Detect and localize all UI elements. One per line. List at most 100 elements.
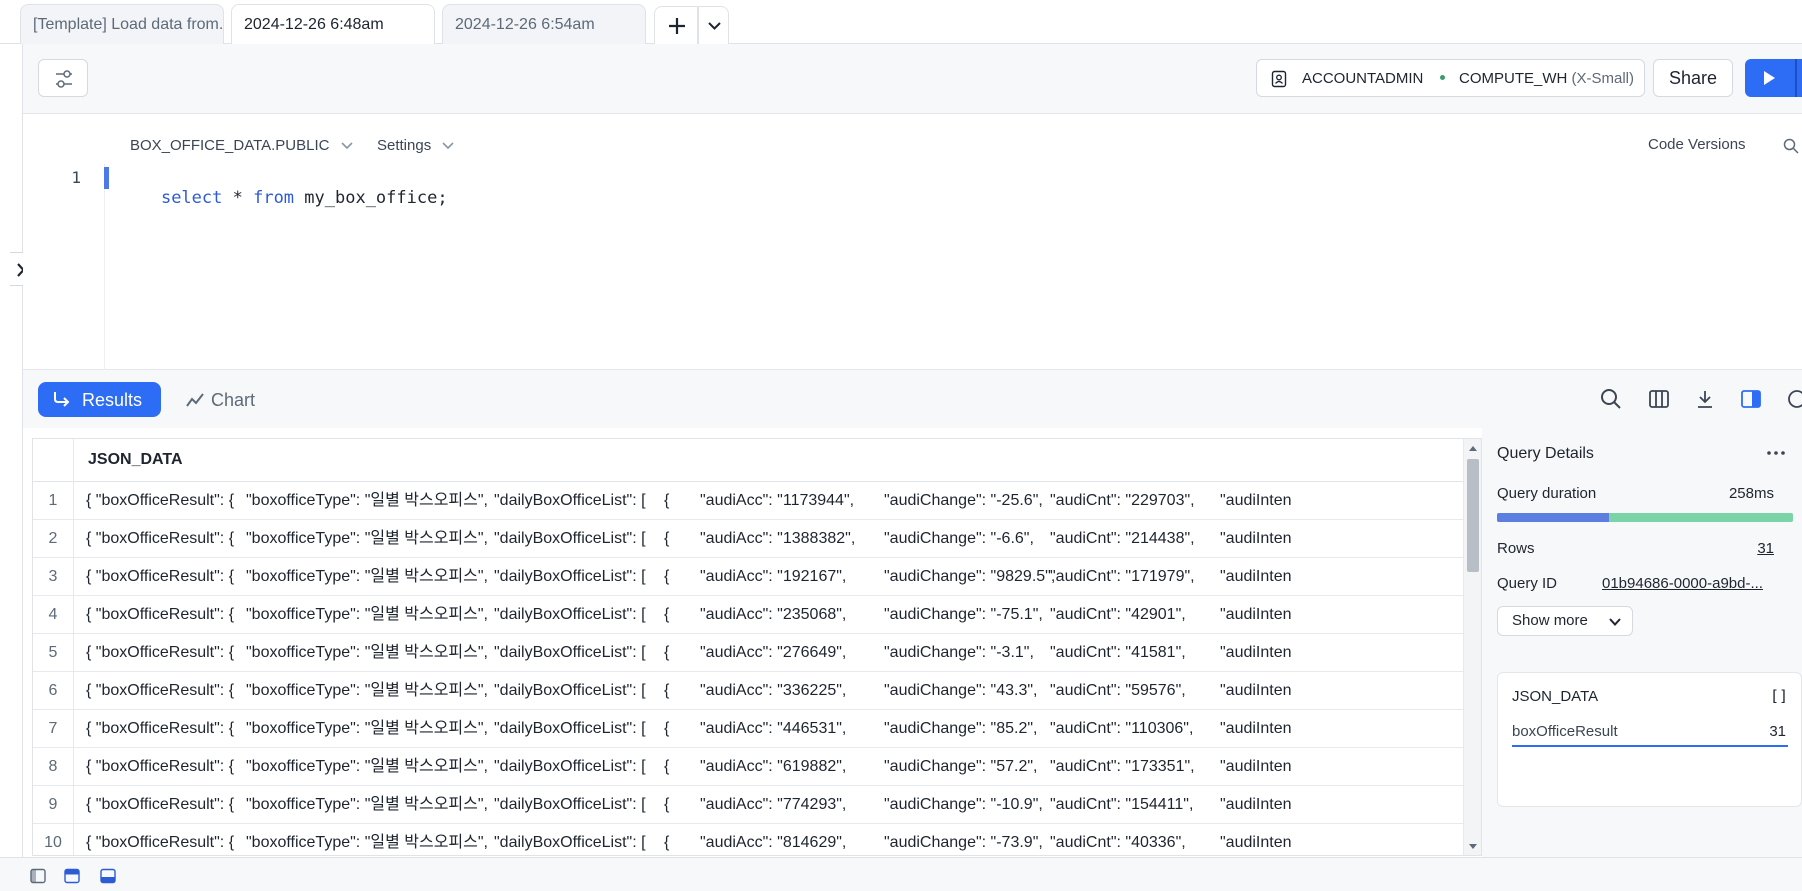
json-data-cell[interactable]: { "boxOfficeResult": {"boxofficeType": "… bbox=[74, 748, 1463, 786]
sql-keyword: select bbox=[160, 188, 223, 208]
more-options-icon[interactable] bbox=[1766, 448, 1786, 458]
chart-label: Chart bbox=[211, 390, 256, 410]
json-data-cell[interactable]: { "boxOfficeResult": {"boxofficeType": "… bbox=[74, 672, 1463, 710]
json-fragment: "audiCnt": "173351", bbox=[1050, 758, 1195, 775]
row-number: 5 bbox=[33, 634, 74, 672]
json-fragment: { bbox=[664, 568, 670, 585]
column-summary-card[interactable]: JSON_DATA [] boxOfficeResult 31 bbox=[1497, 672, 1802, 807]
context-selector[interactable]: ACCOUNTADMIN COMPUTE_WH (X-Small) bbox=[1256, 59, 1645, 97]
table-row[interactable]: 6 { "boxOfficeResult": {"boxofficeType": … bbox=[33, 672, 1463, 710]
left-panel-toggle-icon[interactable] bbox=[30, 868, 46, 884]
worksheet-tab-2[interactable]: 2024-12-26 6:54am bbox=[442, 4, 646, 44]
history-icon[interactable] bbox=[1786, 388, 1802, 410]
json-fragment: "audiChange": "-10.9", bbox=[884, 796, 1043, 813]
share-label: Share bbox=[1668, 68, 1718, 88]
json-fragment: { "boxOfficeResult": { bbox=[86, 568, 235, 585]
table-row[interactable]: 9 { "boxOfficeResult": {"boxofficeType": … bbox=[33, 786, 1463, 824]
worksheet-tab-active[interactable]: 2024-12-26 6:48am bbox=[231, 4, 435, 45]
json-data-cell[interactable]: { "boxOfficeResult": { "boxofficeType": "… bbox=[74, 824, 1463, 855]
database-selector[interactable]: BOX_OFFICE_DATA.PUBLIC bbox=[130, 136, 354, 154]
editor-panel-toggle-icon[interactable] bbox=[64, 868, 80, 884]
sql-identifier: my_box_office; bbox=[294, 188, 448, 208]
json-fragment: "audiInten bbox=[1220, 530, 1292, 547]
scrollbar-thumb[interactable] bbox=[1467, 459, 1479, 572]
json-data-cell[interactable]: { "boxOfficeResult": {"boxofficeType": "… bbox=[74, 482, 1463, 520]
table-row[interactable]: 4 { "boxOfficeResult": {"boxofficeType": … bbox=[33, 596, 1463, 634]
query-id-link[interactable]: 01b94686-0000-a9bd-... bbox=[1602, 575, 1792, 592]
sql-editor[interactable]: BOX_OFFICE_DATA.PUBLIC Settings Code Ver… bbox=[23, 114, 1802, 370]
tab-label: 2024-12-26 6:48am bbox=[244, 16, 384, 33]
row-number: 1 bbox=[33, 482, 74, 520]
array-type-icon: [] bbox=[1770, 687, 1789, 705]
table-row[interactable]: 5 { "boxOfficeResult": {"boxofficeType": … bbox=[33, 634, 1463, 672]
json-fragment: { "boxOfficeResult": { bbox=[86, 834, 235, 851]
json-fragment: "dailyBoxOfficeList": [ bbox=[494, 796, 646, 813]
json-fragment: "audiChange": "9829.5", bbox=[884, 568, 1056, 585]
json-fragment: "audiCnt": "214438", bbox=[1050, 530, 1195, 547]
search-icon[interactable] bbox=[1783, 138, 1799, 154]
json-fragment: "audiChange": "57.2", bbox=[884, 758, 1038, 775]
sql-code-line[interactable]: select * from my_box_office; bbox=[120, 168, 448, 228]
json-fragment: "audiInten bbox=[1220, 796, 1292, 813]
json-fragment: "boxofficeType": "일별 박스오피스", bbox=[246, 758, 488, 775]
table-row[interactable]: 7 { "boxOfficeResult": {"boxofficeType": … bbox=[33, 710, 1463, 748]
run-button[interactable] bbox=[1745, 59, 1802, 97]
tab-menu-button[interactable] bbox=[698, 6, 729, 44]
sliders-icon bbox=[56, 70, 72, 88]
json-data-cell[interactable]: { "boxOfficeResult": {"boxofficeType": "… bbox=[74, 634, 1463, 672]
search-icon[interactable] bbox=[1600, 388, 1622, 410]
new-tab-button[interactable] bbox=[654, 6, 698, 44]
split-panel-icon[interactable] bbox=[1740, 388, 1762, 410]
json-fragment: "audiInten bbox=[1220, 568, 1292, 585]
scroll-down-icon[interactable] bbox=[1468, 843, 1478, 851]
vertical-scrollbar[interactable] bbox=[1463, 439, 1481, 855]
code-versions-link[interactable]: Code Versions bbox=[1648, 136, 1746, 153]
json-fragment: "audiAcc": "276649", bbox=[700, 644, 847, 661]
json-fragment: "audiAcc": "336225", bbox=[700, 682, 847, 699]
json-fragment: { "boxOfficeResult": { bbox=[86, 796, 235, 813]
table-row[interactable]: 3 { "boxOfficeResult": {"boxofficeType": … bbox=[33, 558, 1463, 596]
table-row[interactable]: 10 { "boxOfficeResult": {"boxofficeType":… bbox=[33, 824, 1463, 855]
json-fragment: "dailyBoxOfficeList": [ bbox=[494, 834, 646, 851]
json-data-cell[interactable]: { "boxOfficeResult": {"boxofficeType": "… bbox=[74, 710, 1463, 748]
column-header-json-data[interactable]: JSON_DATA bbox=[88, 451, 183, 469]
json-fragment: "audiInten bbox=[1220, 644, 1292, 661]
share-button[interactable]: Share bbox=[1653, 59, 1733, 97]
json-data-cell[interactable]: { "boxOfficeResult": {"boxofficeType": "… bbox=[74, 520, 1463, 558]
worksheet-tab-template[interactable]: [Template] Load data from... bbox=[20, 4, 224, 44]
table-row[interactable]: 2 { "boxOfficeResult": {"boxofficeType": … bbox=[33, 520, 1463, 558]
json-fragment: "audiCnt": "171979", bbox=[1050, 568, 1195, 585]
json-data-cell[interactable]: { "boxOfficeResult": {"boxofficeType": "… bbox=[74, 596, 1463, 634]
settings-dropdown[interactable]: Settings bbox=[377, 136, 455, 154]
query-duration-label: Query duration bbox=[1497, 485, 1597, 502]
json-fragment: { bbox=[664, 758, 670, 775]
show-more-button[interactable]: Show more bbox=[1497, 606, 1633, 636]
filters-button[interactable] bbox=[38, 59, 88, 97]
left-strip bbox=[0, 44, 37, 857]
json-fragment: { "boxOfficeResult": { bbox=[86, 682, 235, 699]
json-data-cell[interactable]: { "boxOfficeResult": {"boxofficeType": "… bbox=[74, 786, 1463, 824]
json-fragment: "audiChange": "-75.1", bbox=[884, 606, 1043, 623]
plus-icon bbox=[669, 18, 685, 34]
results-tab[interactable]: Results bbox=[38, 382, 161, 417]
json-fragment: "boxofficeType": "일별 박스오피스", bbox=[246, 530, 488, 547]
row-number: 6 bbox=[33, 672, 74, 710]
table-row[interactable]: 8 { "boxOfficeResult": {"boxofficeType": … bbox=[33, 748, 1463, 786]
download-icon[interactable] bbox=[1694, 388, 1716, 410]
rows-value-link[interactable]: 31 bbox=[1757, 540, 1774, 557]
table-row[interactable]: 1 { "boxOfficeResult": {"boxofficeType": … bbox=[33, 482, 1463, 520]
column-card-distribution-bar bbox=[1512, 745, 1788, 747]
json-fragment: "dailyBoxOfficeList": [ bbox=[494, 682, 646, 699]
json-fragment: "boxofficeType": "일별 박스오피스", bbox=[246, 720, 488, 737]
json-fragment: "boxofficeType": "일별 박스오피스", bbox=[246, 834, 488, 851]
line-chart-icon bbox=[186, 393, 204, 407]
json-fragment: "audiChange": "-6.6", bbox=[884, 530, 1034, 547]
json-fragment: { bbox=[664, 796, 670, 813]
scroll-up-icon[interactable] bbox=[1468, 444, 1478, 452]
json-fragment: "dailyBoxOfficeList": [ bbox=[494, 492, 646, 509]
json-data-cell[interactable]: { "boxOfficeResult": {"boxofficeType": "… bbox=[74, 558, 1463, 596]
json-fragment: "audiAcc": "1173944", bbox=[700, 492, 855, 509]
duration-compile-segment bbox=[1497, 513, 1610, 522]
columns-icon[interactable] bbox=[1648, 388, 1670, 410]
results-panel-toggle-icon[interactable] bbox=[100, 868, 116, 884]
